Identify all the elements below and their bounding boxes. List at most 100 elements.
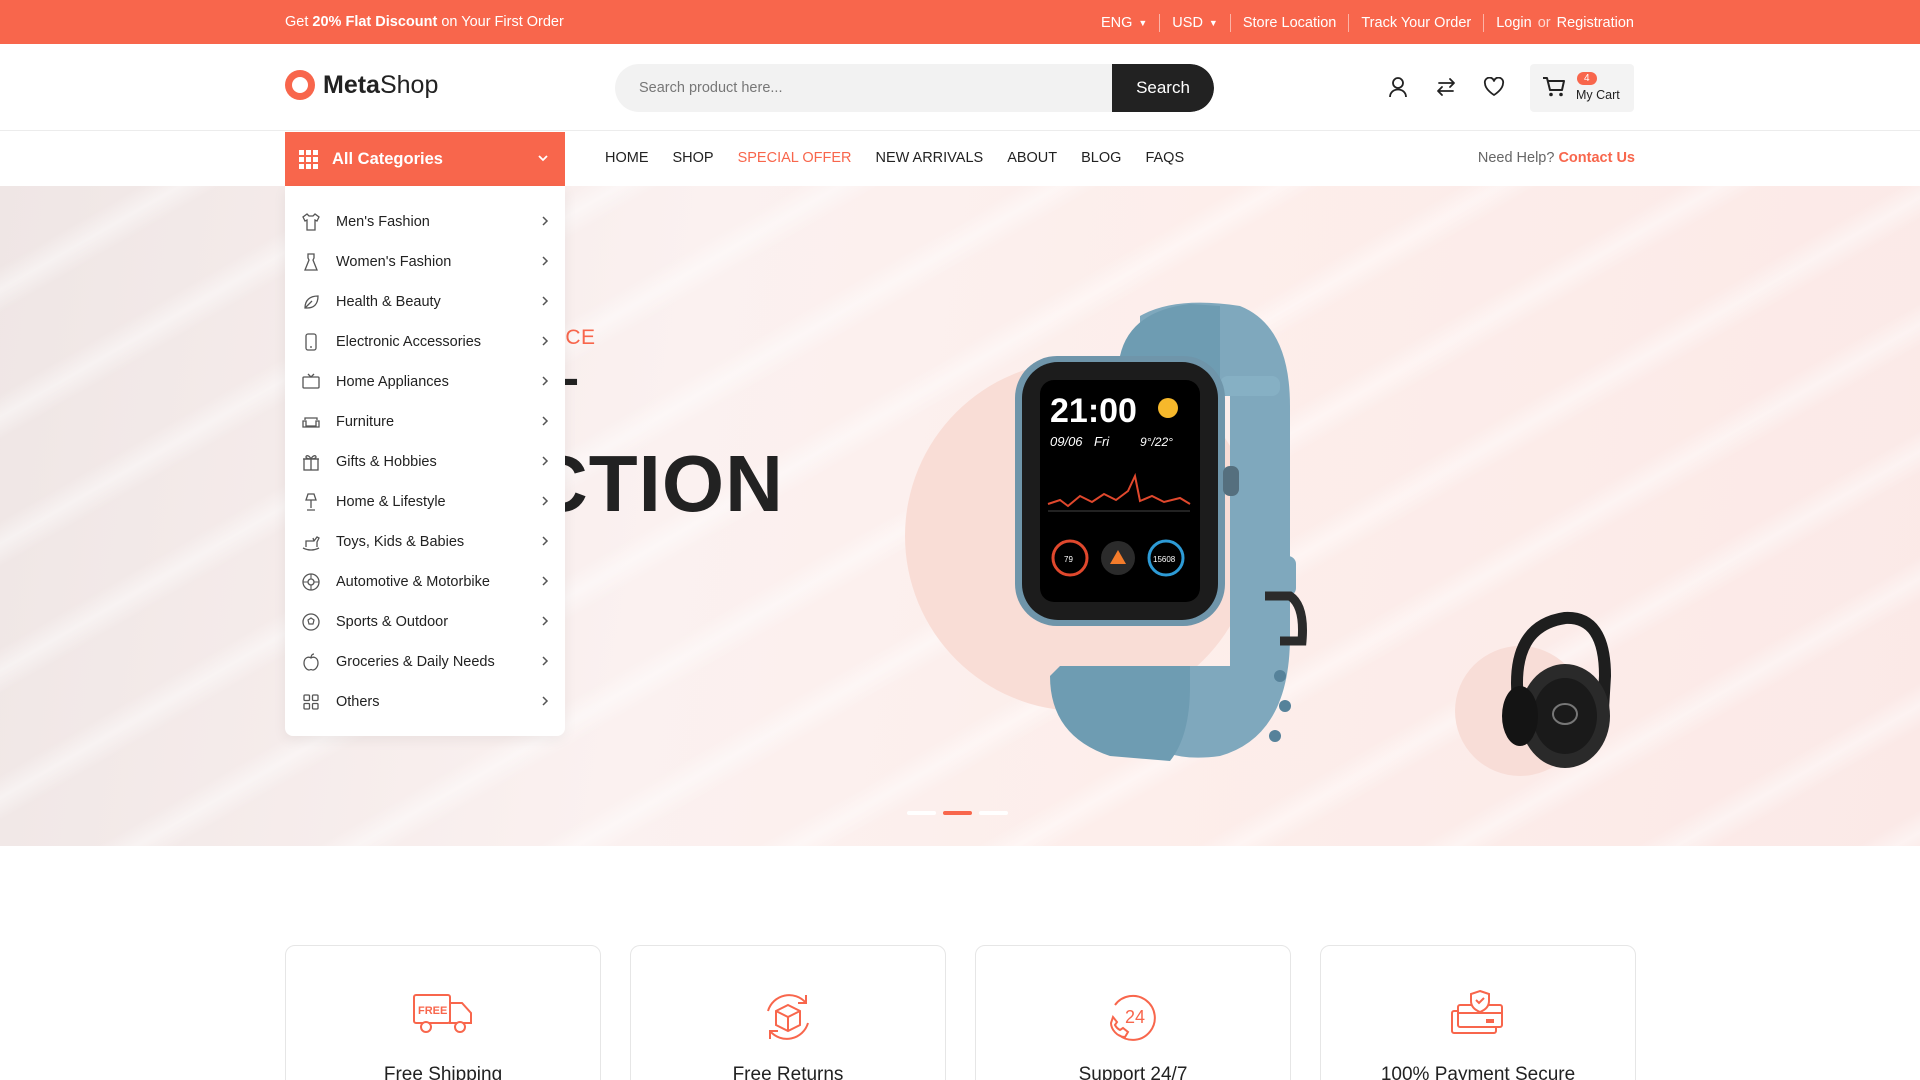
tv-icon	[300, 371, 322, 393]
watch-day: Fri	[1094, 434, 1110, 449]
category-label: Health & Beauty	[336, 294, 441, 310]
help-text: Need Help? Contact Us	[1478, 150, 1635, 166]
divider	[1229, 14, 1231, 32]
compare-icon[interactable]	[1433, 74, 1459, 100]
sofa-icon	[300, 411, 322, 433]
category-label: Automotive & Motorbike	[336, 574, 490, 590]
divider	[1348, 14, 1350, 32]
category-item[interactable]: Sports & Outdoor	[285, 602, 565, 642]
category-item[interactable]: Gifts & Hobbies	[285, 442, 565, 482]
promo-prefix: Get	[285, 14, 309, 30]
category-dropdown: Men's Fashion Women's Fashion Health & B…	[285, 186, 565, 736]
heart-icon[interactable]	[1481, 74, 1507, 100]
category-item[interactable]: Electronic Accessories	[285, 322, 565, 362]
cart-icon	[1542, 76, 1566, 103]
top-bar-links: ENG ▼ USD ▼ Store Location Track Your Or…	[1101, 14, 1634, 32]
category-item[interactable]: Groceries & Daily Needs	[285, 642, 565, 682]
category-item[interactable]: Health & Beauty	[285, 282, 565, 322]
cart-label: My Cart	[1576, 88, 1620, 102]
chevron-right-icon	[542, 696, 549, 706]
category-label: Toys, Kids & Babies	[336, 534, 465, 550]
chevron-right-icon	[542, 576, 549, 586]
chevron-right-icon	[542, 456, 549, 466]
chevron-right-icon	[542, 656, 549, 666]
divider	[1483, 14, 1485, 32]
dress-icon	[300, 251, 322, 273]
chevron-down-icon: ▼	[1138, 18, 1148, 28]
nav-faqs[interactable]: FAQS	[1145, 150, 1184, 166]
support-24-text: 24	[1125, 1007, 1145, 1027]
search-bar: Search	[615, 64, 1214, 112]
nav-about[interactable]: ABOUT	[1007, 150, 1057, 166]
nav-new-arrivals[interactable]: NEW ARRIVALS	[875, 150, 983, 166]
category-item[interactable]: Home & Lifestyle	[285, 482, 565, 522]
rocking-horse-icon	[300, 531, 322, 553]
chevron-right-icon	[542, 416, 549, 426]
logo-text-bold: Meta	[323, 70, 380, 99]
cart-count-badge: 4	[1577, 72, 1597, 85]
registration-link[interactable]: Registration	[1557, 15, 1634, 31]
watch-stat-steps: 15608	[1153, 555, 1176, 564]
language-select[interactable]: ENG ▼	[1101, 15, 1147, 31]
promo-text: Get 20% Flat Discount on Your First Orde…	[285, 14, 564, 30]
feature-card-support: 24 Support 24/7	[975, 945, 1291, 1080]
user-icon[interactable]	[1385, 74, 1411, 100]
contact-us-link[interactable]: Contact Us	[1558, 150, 1635, 166]
shirt-icon	[300, 211, 322, 233]
search-button[interactable]: Search	[1112, 64, 1214, 112]
nav-special-offer[interactable]: SPECIAL OFFER	[738, 150, 852, 166]
slider-dot-3[interactable]	[979, 811, 1008, 815]
all-categories-label: All Categories	[332, 149, 443, 168]
nav-blog[interactable]: BLOG	[1081, 150, 1121, 166]
feature-title: Free Shipping	[383, 1064, 503, 1080]
support-24-icon: 24	[1109, 994, 1156, 1041]
category-item[interactable]: Women's Fashion	[285, 242, 565, 282]
category-label: Electronic Accessories	[336, 334, 482, 350]
box-return-icon	[767, 994, 809, 1040]
free-badge-text: FREE	[418, 1005, 447, 1017]
lamp-icon	[300, 491, 322, 513]
category-item[interactable]: Men's Fashion	[285, 202, 565, 242]
currency-select[interactable]: USD ▼	[1172, 15, 1218, 31]
search-input[interactable]	[615, 64, 1075, 112]
category-label: Home & Lifestyle	[336, 494, 446, 510]
ball-icon	[300, 611, 322, 633]
chevron-right-icon	[542, 336, 549, 346]
watch-temp: 9°/22°	[1140, 435, 1173, 449]
slider-dots	[907, 811, 1008, 815]
category-item[interactable]: Furniture	[285, 402, 565, 442]
watch-stat-heart: 79	[1064, 555, 1073, 564]
category-label: Women's Fashion	[336, 254, 452, 270]
logo-text: MetaShop	[323, 71, 438, 100]
category-item[interactable]: Home Appliances	[285, 362, 565, 402]
slider-dot-2[interactable]	[943, 811, 972, 815]
chevron-right-icon	[542, 296, 549, 306]
main-nav: All Categories HOME SHOP SPECIAL OFFER N…	[0, 131, 1920, 186]
track-order-link[interactable]: Track Your Order	[1361, 15, 1471, 31]
category-item[interactable]: Automotive & Motorbike	[285, 562, 565, 602]
logo[interactable]: MetaShop	[285, 70, 438, 100]
header: MetaShop Search 4 My Cart	[0, 44, 1920, 131]
logo-text-rest: Shop	[379, 70, 439, 99]
category-item[interactable]: Toys, Kids & Babies	[285, 522, 565, 562]
login-link[interactable]: Login	[1496, 15, 1531, 31]
nav-shop[interactable]: SHOP	[673, 150, 714, 166]
chevron-right-icon	[542, 216, 549, 226]
language-value: ENG	[1100, 15, 1133, 31]
category-item[interactable]: Others	[285, 682, 565, 722]
slider-dot-1[interactable]	[907, 811, 936, 815]
hero-title-line2: CTION	[530, 439, 784, 528]
category-label: Home Appliances	[336, 374, 449, 390]
nav-home[interactable]: HOME	[605, 150, 649, 166]
leaf-icon	[300, 291, 322, 313]
watch-date: 09/06	[1050, 434, 1083, 449]
grid-icon	[300, 691, 322, 713]
watch-time: 21:00	[1050, 392, 1137, 430]
category-label: Others	[336, 694, 380, 710]
store-location-link[interactable]: Store Location	[1243, 15, 1337, 31]
category-label: Groceries & Daily Needs	[336, 654, 495, 670]
device-icon	[300, 331, 322, 353]
cart-button[interactable]: 4 My Cart	[1530, 64, 1634, 112]
all-categories-button[interactable]: All Categories	[285, 132, 565, 186]
truck-icon: FREE	[413, 994, 472, 1033]
